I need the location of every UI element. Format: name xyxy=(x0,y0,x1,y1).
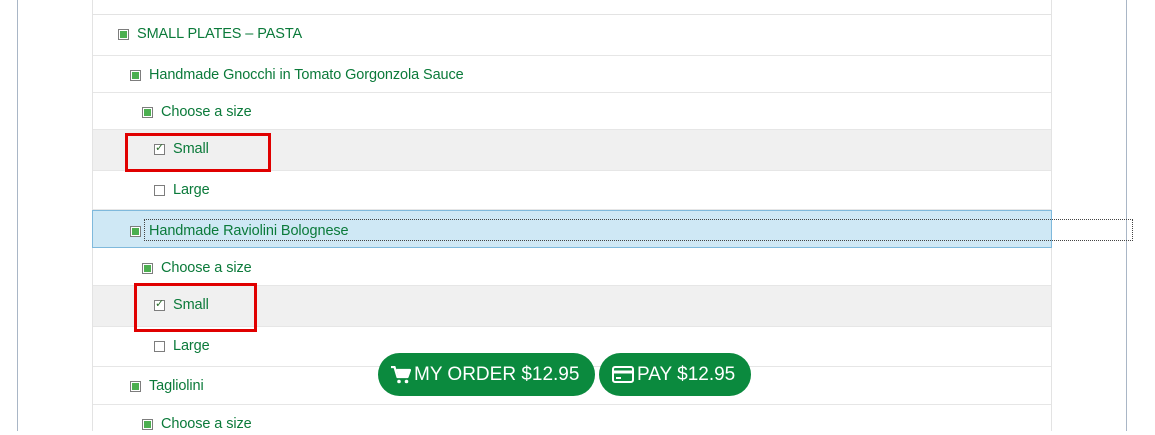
partial-checkbox[interactable] xyxy=(142,106,153,118)
window-left-border xyxy=(17,0,18,431)
option-large-raviolini[interactable]: Large xyxy=(154,338,210,354)
group-label: Choose a size xyxy=(161,416,252,432)
unchecked-checkbox[interactable] xyxy=(154,184,165,196)
my-order-label: MY ORDER $12.95 xyxy=(414,363,580,385)
tree-node-size-group[interactable]: Choose a size xyxy=(142,104,252,120)
partial-checkbox[interactable] xyxy=(142,418,153,430)
tree-node-section[interactable]: SMALL PLATES – PASTA xyxy=(118,26,302,42)
window-right-border xyxy=(1126,0,1127,431)
credit-card-icon xyxy=(612,366,634,383)
tree-node-size-group[interactable]: Choose a size xyxy=(142,416,252,432)
partial-checkbox[interactable] xyxy=(130,225,141,237)
highlight-box xyxy=(134,283,257,332)
partial-checkbox[interactable] xyxy=(130,69,141,81)
option-label: Large xyxy=(173,338,210,354)
option-large-gnocchi[interactable]: Large xyxy=(154,182,210,198)
pay-label: PAY $12.95 xyxy=(637,363,736,385)
item-label: Handmade Gnocchi in Tomato Gorgonzola Sa… xyxy=(149,67,464,83)
tree-node-item-gnocchi[interactable]: Handmade Gnocchi in Tomato Gorgonzola Sa… xyxy=(130,67,464,83)
tree-node-item-tagliolini[interactable]: Tagliolini xyxy=(130,378,204,394)
item-label: Tagliolini xyxy=(149,378,204,394)
unchecked-checkbox[interactable] xyxy=(154,340,165,352)
partial-checkbox[interactable] xyxy=(130,380,141,392)
section-label: SMALL PLATES – PASTA xyxy=(137,26,303,42)
my-order-button[interactable]: MY ORDER $12.95 xyxy=(378,353,595,396)
group-label: Choose a size xyxy=(161,260,252,276)
group-label: Choose a size xyxy=(161,104,252,120)
option-label: Large xyxy=(173,182,210,198)
shopping-cart-icon xyxy=(391,365,411,383)
tree-node-item-raviolini[interactable]: Handmade Raviolini Bolognese xyxy=(130,223,349,239)
tree-row-option xyxy=(93,171,1051,210)
pay-button[interactable]: PAY $12.95 xyxy=(599,353,751,396)
partial-checkbox[interactable] xyxy=(142,262,153,274)
partial-checkbox[interactable] xyxy=(118,28,129,40)
item-label: Handmade Raviolini Bolognese xyxy=(149,223,349,239)
highlight-box xyxy=(125,133,271,172)
tree-node-size-group[interactable]: Choose a size xyxy=(142,260,252,276)
